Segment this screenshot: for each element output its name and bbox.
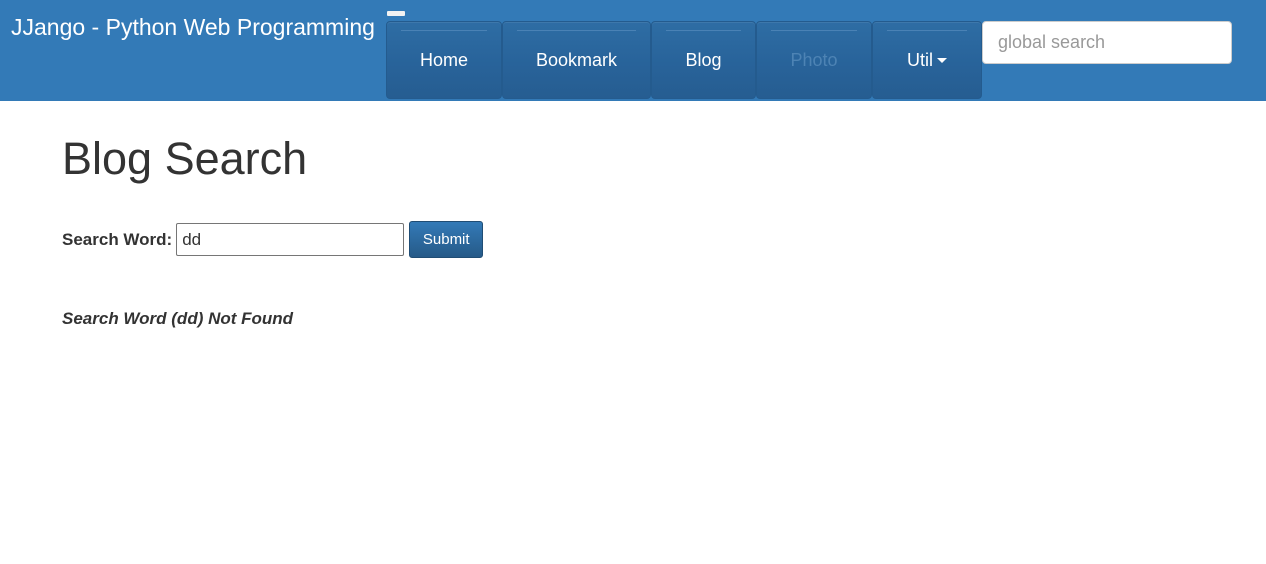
navbar-toggle-icon[interactable] <box>387 11 405 16</box>
nav-item-util-label: Util <box>907 49 933 70</box>
brand-link[interactable]: JJango - Python Web Programming <box>11 13 375 41</box>
top-navbar: JJango - Python Web Programming Home Boo… <box>0 0 1266 101</box>
nav-item-bookmark[interactable]: Bookmark <box>502 21 651 99</box>
submit-button[interactable]: Submit <box>409 221 484 258</box>
caret-down-icon <box>937 57 947 63</box>
nav-item-home[interactable]: Home <box>386 21 502 99</box>
page-title: Blog Search <box>62 133 308 184</box>
search-word-input[interactable] <box>176 223 405 256</box>
blog-search-form: Search Word: Submit <box>62 221 484 258</box>
search-word-label: Search Word: <box>62 229 173 249</box>
nav-item-photo: Photo <box>756 21 872 99</box>
nav-item-blog[interactable]: Blog <box>651 21 756 99</box>
search-result-message: Search Word (dd) Not Found <box>62 309 294 328</box>
nav-item-util-dropdown[interactable]: Util <box>872 21 982 99</box>
global-search-input[interactable] <box>982 21 1232 64</box>
